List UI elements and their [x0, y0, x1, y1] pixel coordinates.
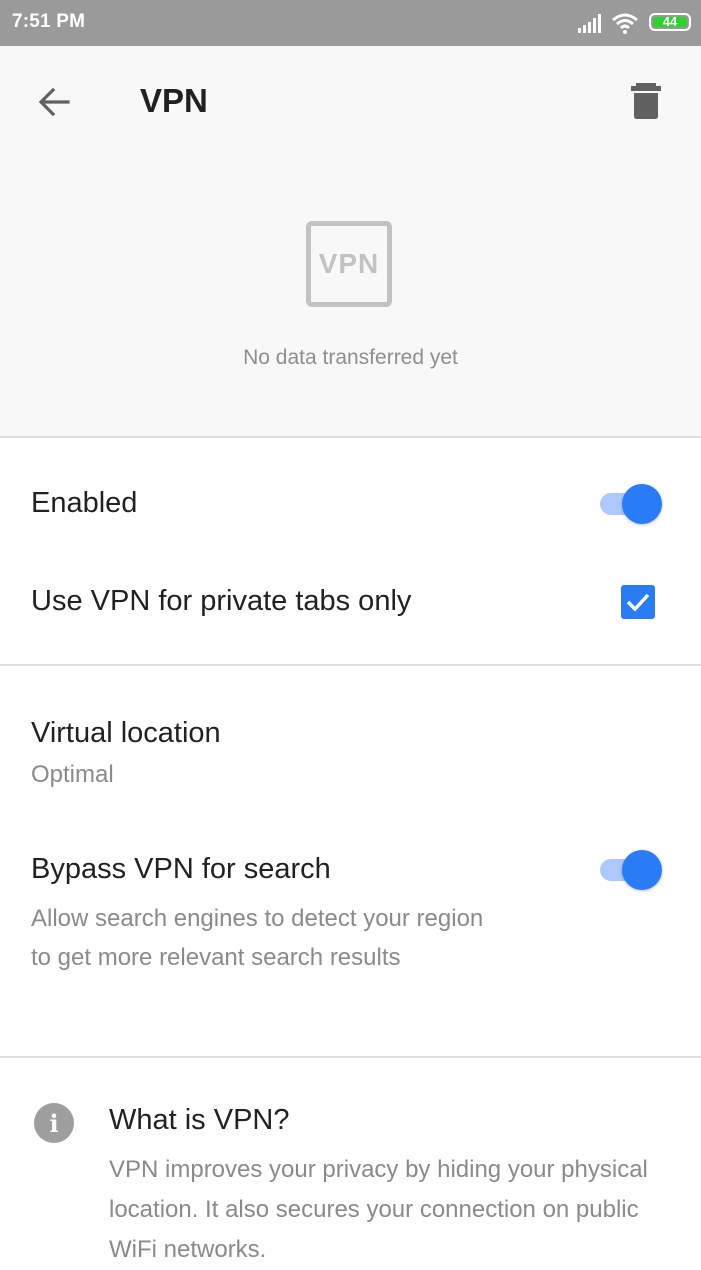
vpn-logo-text: VPN [318, 248, 380, 279]
data-transfer-status: No data transferred yet [243, 346, 458, 369]
vpn-logo-icon: VPN [306, 221, 392, 307]
bypass-toggle[interactable] [600, 850, 662, 890]
info-icon: i [34, 1103, 74, 1143]
trash-icon[interactable] [628, 80, 664, 120]
section-divider [0, 1056, 701, 1058]
enabled-label: Enabled [31, 487, 138, 519]
page-title: VPN [140, 82, 208, 119]
virtual-location-label: Virtual location [31, 717, 221, 749]
checkmark-icon [626, 593, 650, 612]
back-arrow-icon[interactable] [34, 82, 74, 122]
info-title: What is VPN? [109, 1104, 290, 1136]
enabled-toggle[interactable] [600, 484, 662, 524]
section-divider [0, 664, 701, 666]
wifi-icon [612, 13, 638, 34]
status-time: 7:51 PM [12, 11, 86, 32]
toggle-thumb [622, 850, 662, 890]
vpn-header: VPN VPN No data transferred yet [0, 46, 701, 438]
virtual-location-value: Optimal [31, 761, 114, 788]
signal-icon [578, 14, 601, 33]
battery-icon: 44 [649, 13, 691, 31]
info-body: VPN improves your privacy by hiding your… [109, 1156, 648, 1263]
bypass-label: Bypass VPN for search [31, 853, 331, 885]
bypass-description: Allow search engines to detect your regi… [31, 905, 484, 971]
toggle-thumb [622, 484, 662, 524]
status-bar: 7:51 PM 44 [0, 0, 701, 46]
private-tabs-label: Use VPN for private tabs only [31, 585, 412, 617]
battery-level: 44 [662, 14, 678, 29]
private-tabs-checkbox[interactable] [621, 585, 655, 619]
